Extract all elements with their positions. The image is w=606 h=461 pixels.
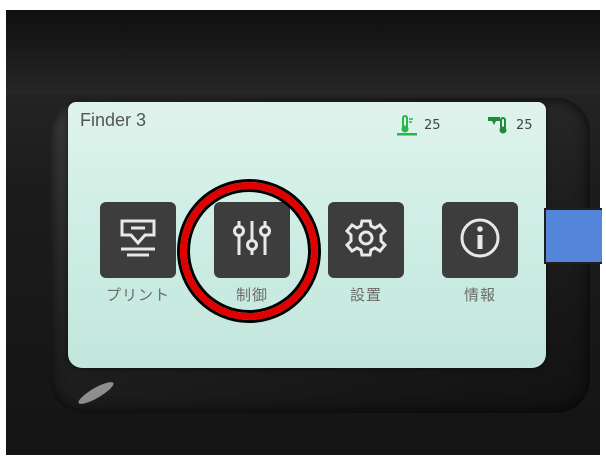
print-icon (113, 213, 163, 267)
print-button[interactable] (100, 202, 176, 278)
highlight-circle (180, 182, 318, 320)
info-label: 情報 (463, 286, 496, 304)
info-icon (455, 213, 505, 267)
settings-label: 設置 (349, 286, 382, 304)
callout-arrow (544, 208, 602, 264)
gear-icon (341, 213, 391, 267)
bed-temperature: 25 (396, 114, 441, 136)
menu-item-settings[interactable]: 設置 (326, 202, 406, 305)
nozzle-heat-icon (486, 114, 510, 136)
menu-item-info[interactable]: 情報 (440, 202, 520, 305)
info-button[interactable] (442, 202, 518, 278)
bed-temperature-value: 25 (424, 117, 441, 133)
nozzle-temperature-value: 25 (516, 117, 533, 133)
print-label: プリント (105, 286, 170, 304)
settings-button[interactable] (328, 202, 404, 278)
menu-item-print[interactable]: プリント (98, 202, 178, 305)
printer-model-title: Finder 3 (80, 110, 147, 130)
bed-heat-icon (396, 114, 418, 136)
printer-top-frame (6, 10, 600, 94)
nozzle-temperature: 25 (486, 114, 533, 136)
